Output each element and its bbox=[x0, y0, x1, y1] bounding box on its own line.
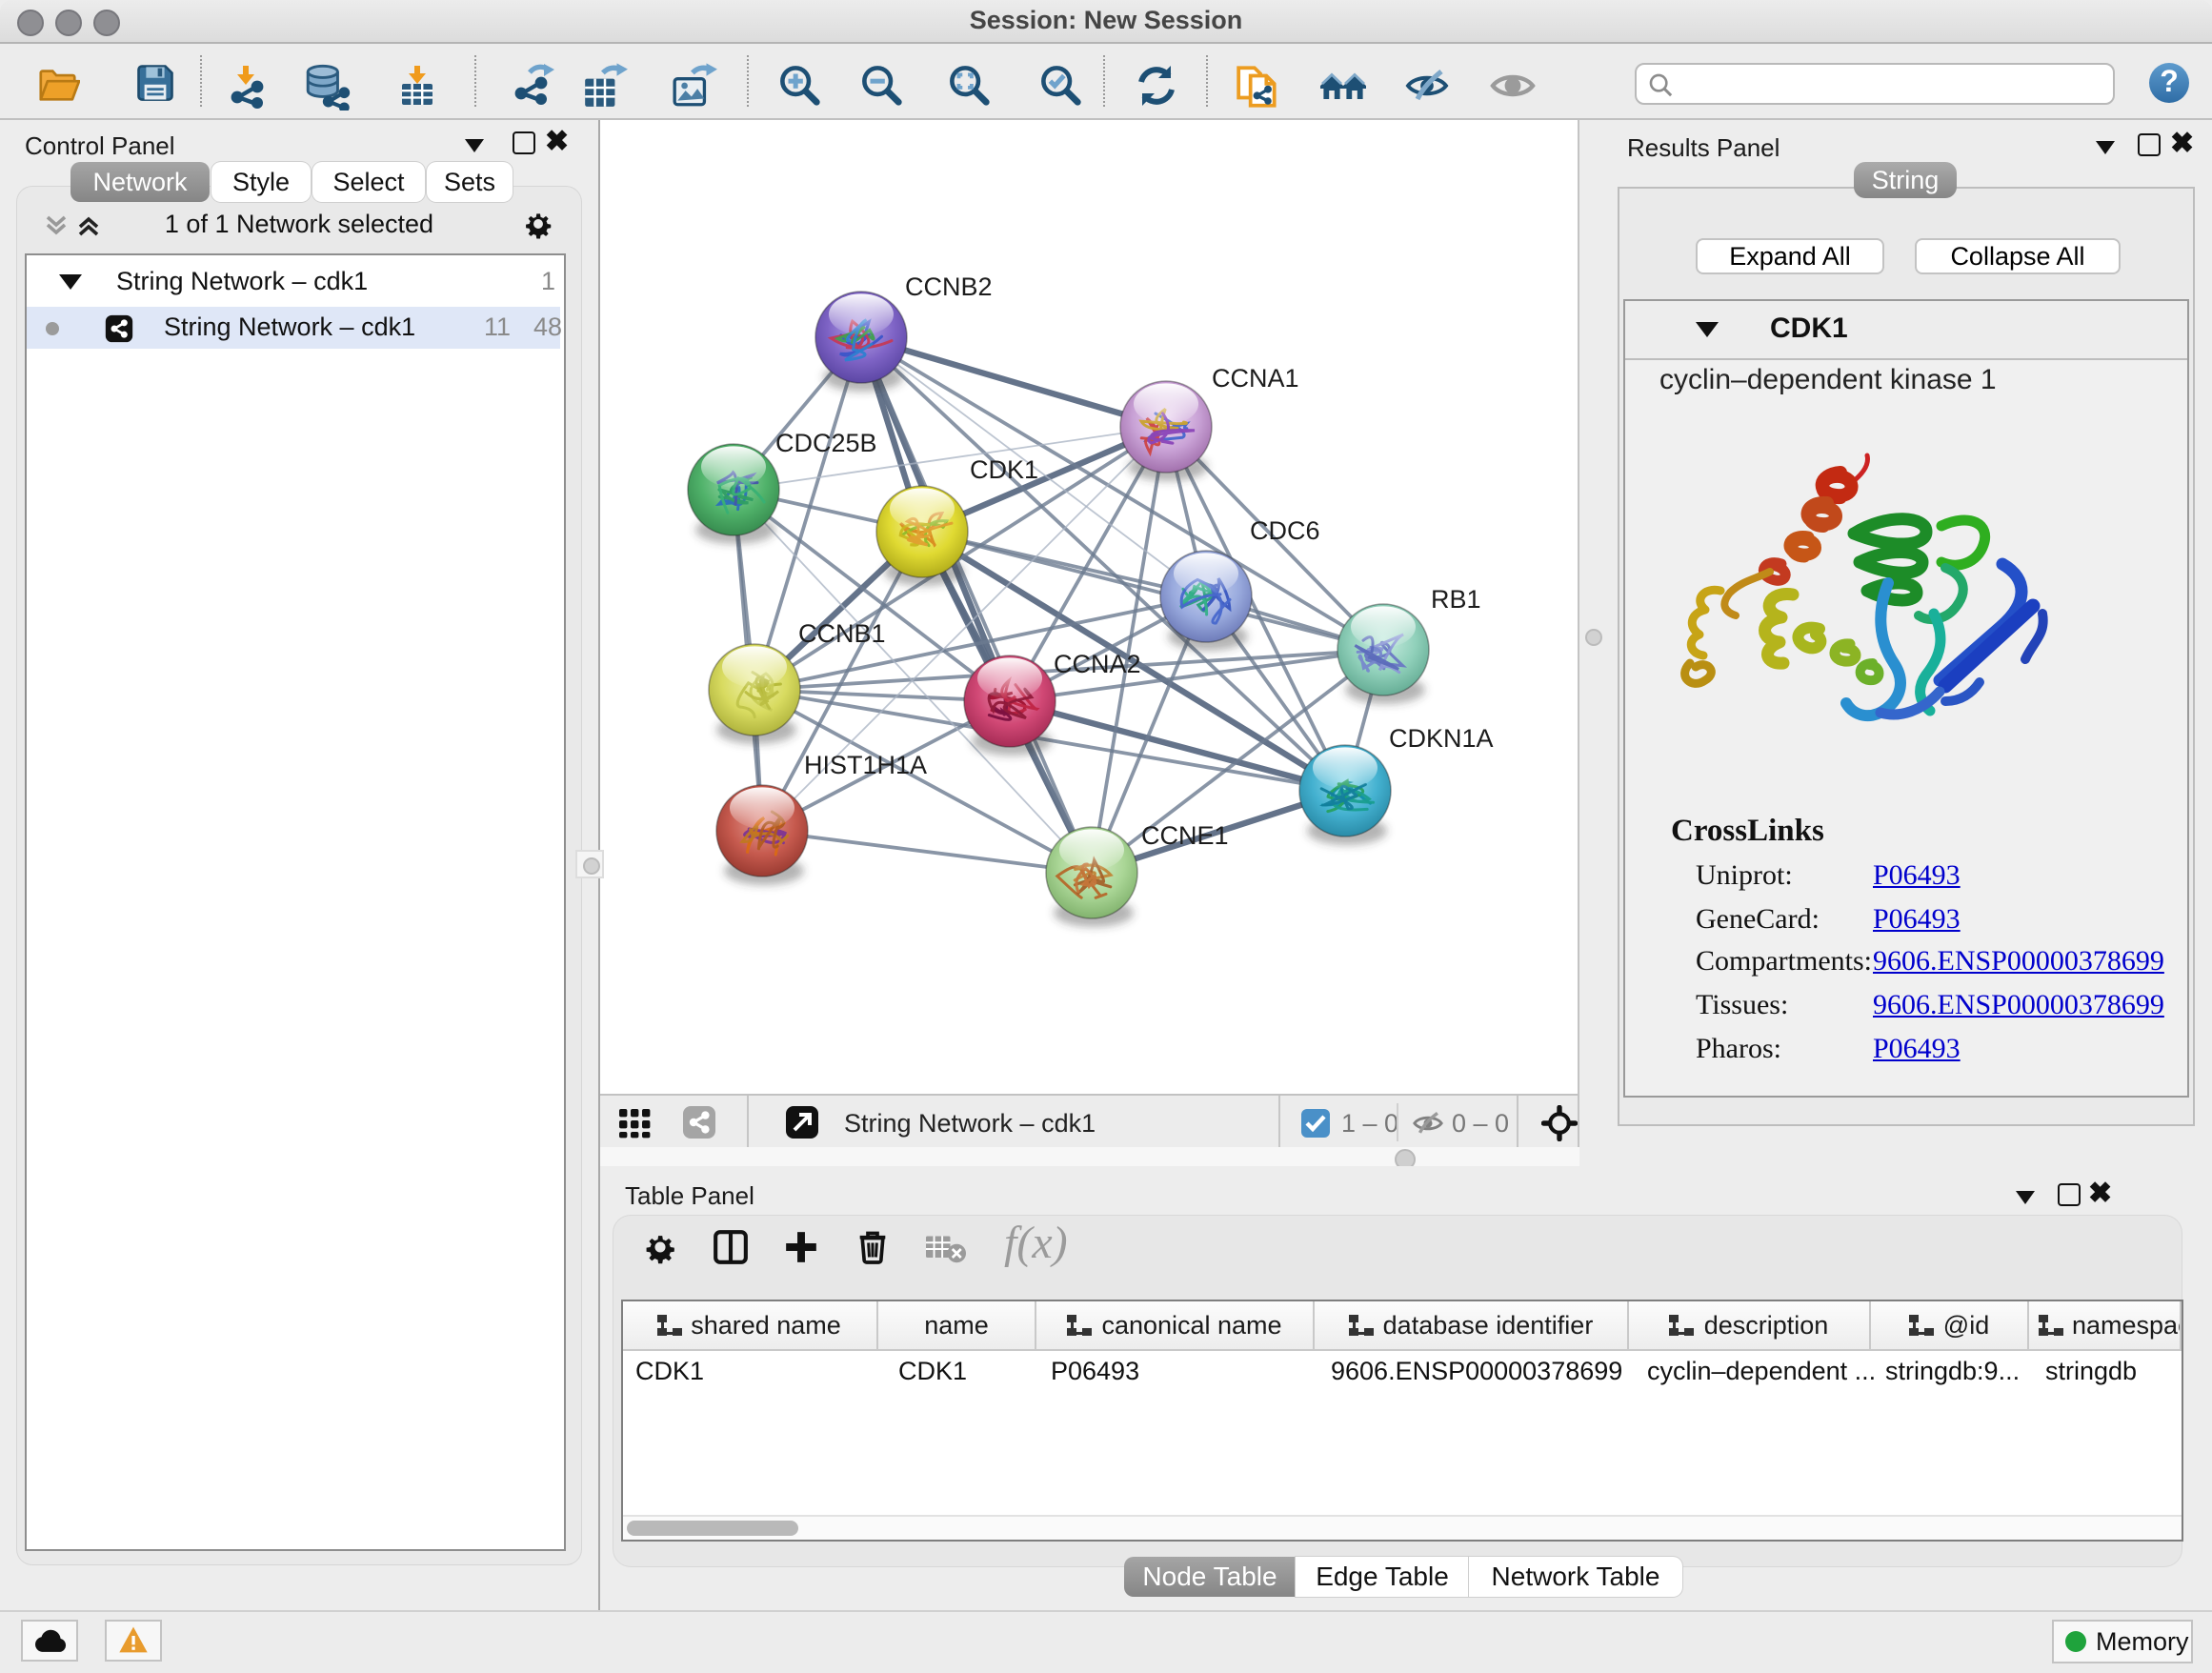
svg-text:CDKN1A: CDKN1A bbox=[1389, 724, 1494, 753]
svg-text:CCNB2: CCNB2 bbox=[905, 272, 993, 301]
svg-text:CCNB1: CCNB1 bbox=[798, 619, 886, 648]
svg-text:CDC6: CDC6 bbox=[1250, 516, 1320, 545]
svg-text:CCNA2: CCNA2 bbox=[1054, 650, 1141, 678]
svg-text:CDK1: CDK1 bbox=[970, 455, 1038, 484]
svg-text:CCNE1: CCNE1 bbox=[1141, 821, 1229, 850]
svg-text:CCNA1: CCNA1 bbox=[1212, 364, 1299, 393]
svg-text:CDC25B: CDC25B bbox=[775, 429, 877, 457]
svg-text:RB1: RB1 bbox=[1431, 585, 1481, 614]
svg-text:HIST1H1A: HIST1H1A bbox=[804, 751, 927, 779]
